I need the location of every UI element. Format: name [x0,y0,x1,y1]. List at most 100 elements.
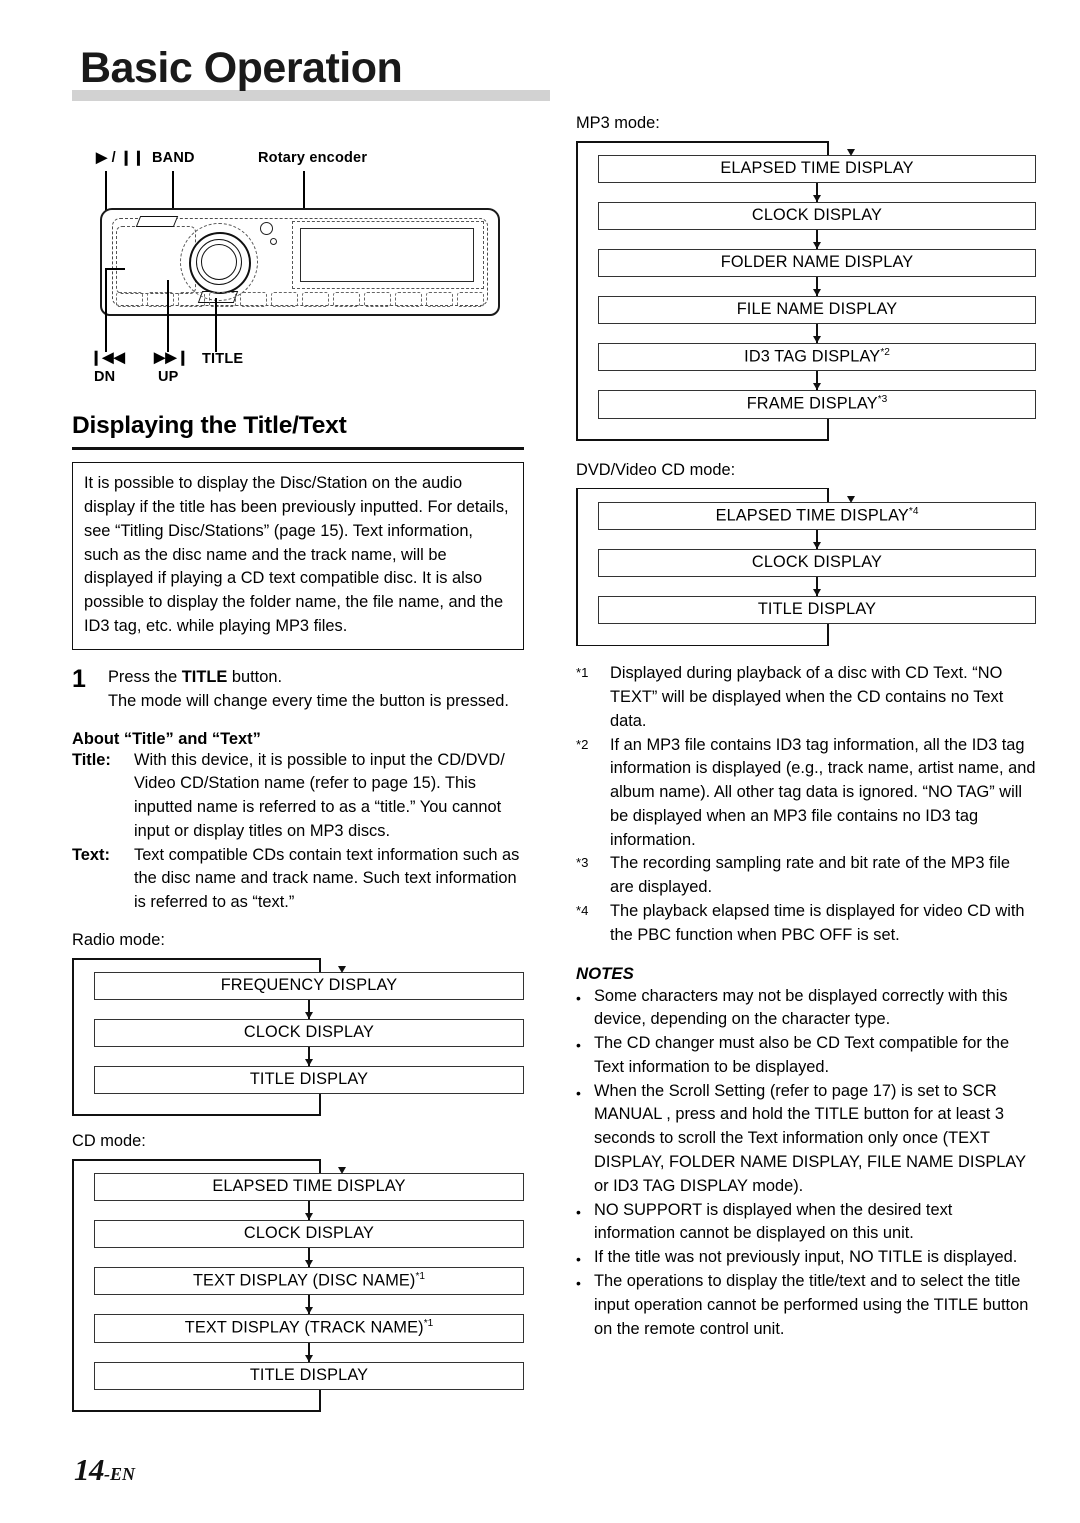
footnote-text: Displayed during playback of a disc with… [610,664,1004,730]
flow-loop-top [576,487,829,490]
preset-button[interactable] [426,292,453,307]
flow-box: TEXT DISPLAY (DISC NAME)*1 [94,1266,524,1296]
flow-box-label: TITLE DISPLAY [757,600,877,619]
page-header: Basic Operation [72,44,1012,110]
flow-arrow [598,182,1036,202]
flow-box-label: CLOCK DISPLAY [751,205,883,224]
flow-box-footnote-marker: *1 [423,1318,434,1330]
preset-button[interactable] [147,292,174,307]
step-1-line1-pre: Press the [108,668,182,687]
flow-entry-arrow-head [846,495,855,503]
flow-box-label: TEXT DISPLAY (DISC NAME) [192,1271,416,1290]
preset-button[interactable] [240,292,267,307]
note-bullet-icon: • [576,1084,581,1101]
flow-arrow-head [304,1012,313,1020]
preset-button[interactable] [333,292,360,307]
preset-button[interactable] [457,292,484,307]
notes-heading: NOTES [576,963,634,983]
flow-arrow-head [812,194,821,202]
footnote-marker: *2 [576,736,589,752]
flowchart-cd-diagram: ELAPSED TIME DISPLAY CLOCK DISPLAY TEXT DI… [72,1158,524,1412]
callout-title-label: TITLE [202,351,244,367]
play-pause-button[interactable] [135,216,179,227]
flow-entry-arrow-head [338,966,347,974]
flow-arrow-head [304,1259,313,1267]
footnotes-list: *1 Displayed during playback of a disc wi… [576,662,1036,947]
flow-box-label: TEXT DISPLAY (TRACK NAME) [184,1318,424,1337]
page-footer: 14-EN [74,1452,135,1488]
flow-box: CLOCK DISPLAY [598,549,1036,578]
step-1-number: 1 [72,665,86,694]
led-indicator-icon [270,238,277,245]
footnote-marker: *1 [576,665,589,681]
flowchart-cd-caption: CD mode: [72,1132,146,1151]
flow-box-label: ELAPSED TIME DISPLAY [720,158,914,177]
flow-box-footnote-marker: *3 [877,394,888,406]
preset-button[interactable] [364,292,391,307]
flow-arrow [598,323,1036,343]
note-item: • Some characters may not be displayed co… [576,985,1036,1033]
definition-row-title: Title: With this device, it is possible … [72,749,524,844]
callout-rotary-encoder-label: Rotary encoder [258,150,368,166]
note-bullet-icon: • [576,1251,581,1268]
flow-loop-vertical [72,1158,74,1412]
note-item: • When the Scroll Setting (refer to page … [576,1080,1036,1199]
rotary-encoder-center [201,244,237,280]
flow-box-footnote-marker: *4 [908,505,919,517]
flowchart-dvd-mode: DVD/Video CD mode: ELAPSED TIME DISPLAY*… [576,459,1036,647]
flow-box: ELAPSED TIME DISPLAY [94,1172,524,1201]
flow-box-label: FRAME DISPLAY [746,394,878,413]
flow-arrow-head [812,241,821,249]
flow-box: TITLE DISPLAY [94,1361,524,1390]
flow-loop-bottom [72,1410,321,1412]
flow-arrow [94,1342,524,1362]
leader-line-up [167,280,169,352]
flow-loop-vertical [576,487,578,647]
flow-arrow [94,1247,524,1267]
flowchart-dvd-diagram: ELAPSED TIME DISPLAY*4 CLOCK DISPLAY TITLE… [576,487,1036,647]
flowchart-mp3-diagram: ELAPSED TIME DISPLAY CLOCK DISPLAY FOLDER … [576,140,1036,441]
band-button[interactable] [101,210,131,236]
flow-box-label: FREQUENCY DISPLAY [220,976,398,995]
flow-box: ELAPSED TIME DISPLAY*4 [598,501,1036,531]
flow-arrow-head [812,288,821,296]
left-column: ▶ / ❙❙ BAND Rotary encoder ❙◀◀ DN ▶▶❙ UP… [72,150,524,1412]
preset-button[interactable] [302,292,329,307]
preset-button[interactable] [395,292,422,307]
about-title-text-heading: About “Title” and “Text” [72,729,261,748]
flowchart-dvd-caption: DVD/Video CD mode: [576,460,736,479]
flow-box: FOLDER NAME DISPLAY [598,248,1036,277]
preset-button-row [116,291,484,307]
flow-box: CLOCK DISPLAY [94,1219,524,1248]
callout-dn-label: DN [94,369,116,385]
callout-prev-icon: ❙◀◀ [90,350,126,366]
flow-loop-stub-bottom [827,624,829,647]
note-text: Some characters may not be displayed cor… [594,986,1008,1029]
flow-loop-stub-top [827,487,829,502]
definition-desc-title: With this device, it is possible to inpu… [134,750,505,840]
preset-button[interactable] [116,292,143,307]
flow-arrow [94,1200,524,1220]
flow-arrow-head [812,542,821,550]
leader-line-dn-h [105,268,125,270]
preset-button[interactable] [209,292,236,307]
step-1-line2: The mode will change every time the butt… [108,691,509,710]
track-down-button[interactable] [101,236,131,262]
section-heading: Displaying the Title/Text [72,412,524,450]
note-item: • The CD changer must also be CD Text com… [576,1032,1036,1080]
flow-arrow [598,371,1036,391]
preset-button[interactable] [178,292,205,307]
note-item: • The operations to display the title/tex… [576,1270,1036,1341]
preset-button[interactable] [271,292,298,307]
flow-loop-stub-bottom [319,1389,321,1412]
flow-box-label: ELAPSED TIME DISPLAY [212,1176,406,1195]
flow-box-footnote-marker: *2 [880,346,890,358]
flow-arrow-head [304,1307,313,1315]
footnote-row: *2 If an MP3 file contains ID3 tag inform… [576,734,1036,853]
flow-box: CLOCK DISPLAY [94,1019,524,1048]
flow-arrow-head [812,335,821,343]
flow-box-label: CLOCK DISPLAY [243,1223,375,1242]
flowchart-cd-mode: CD mode: ELAPSED TIME DISPLAY CLOCK DISPL… [72,1130,524,1412]
flow-arrow [598,530,1036,550]
rotary-encoder-knob[interactable] [189,232,251,294]
